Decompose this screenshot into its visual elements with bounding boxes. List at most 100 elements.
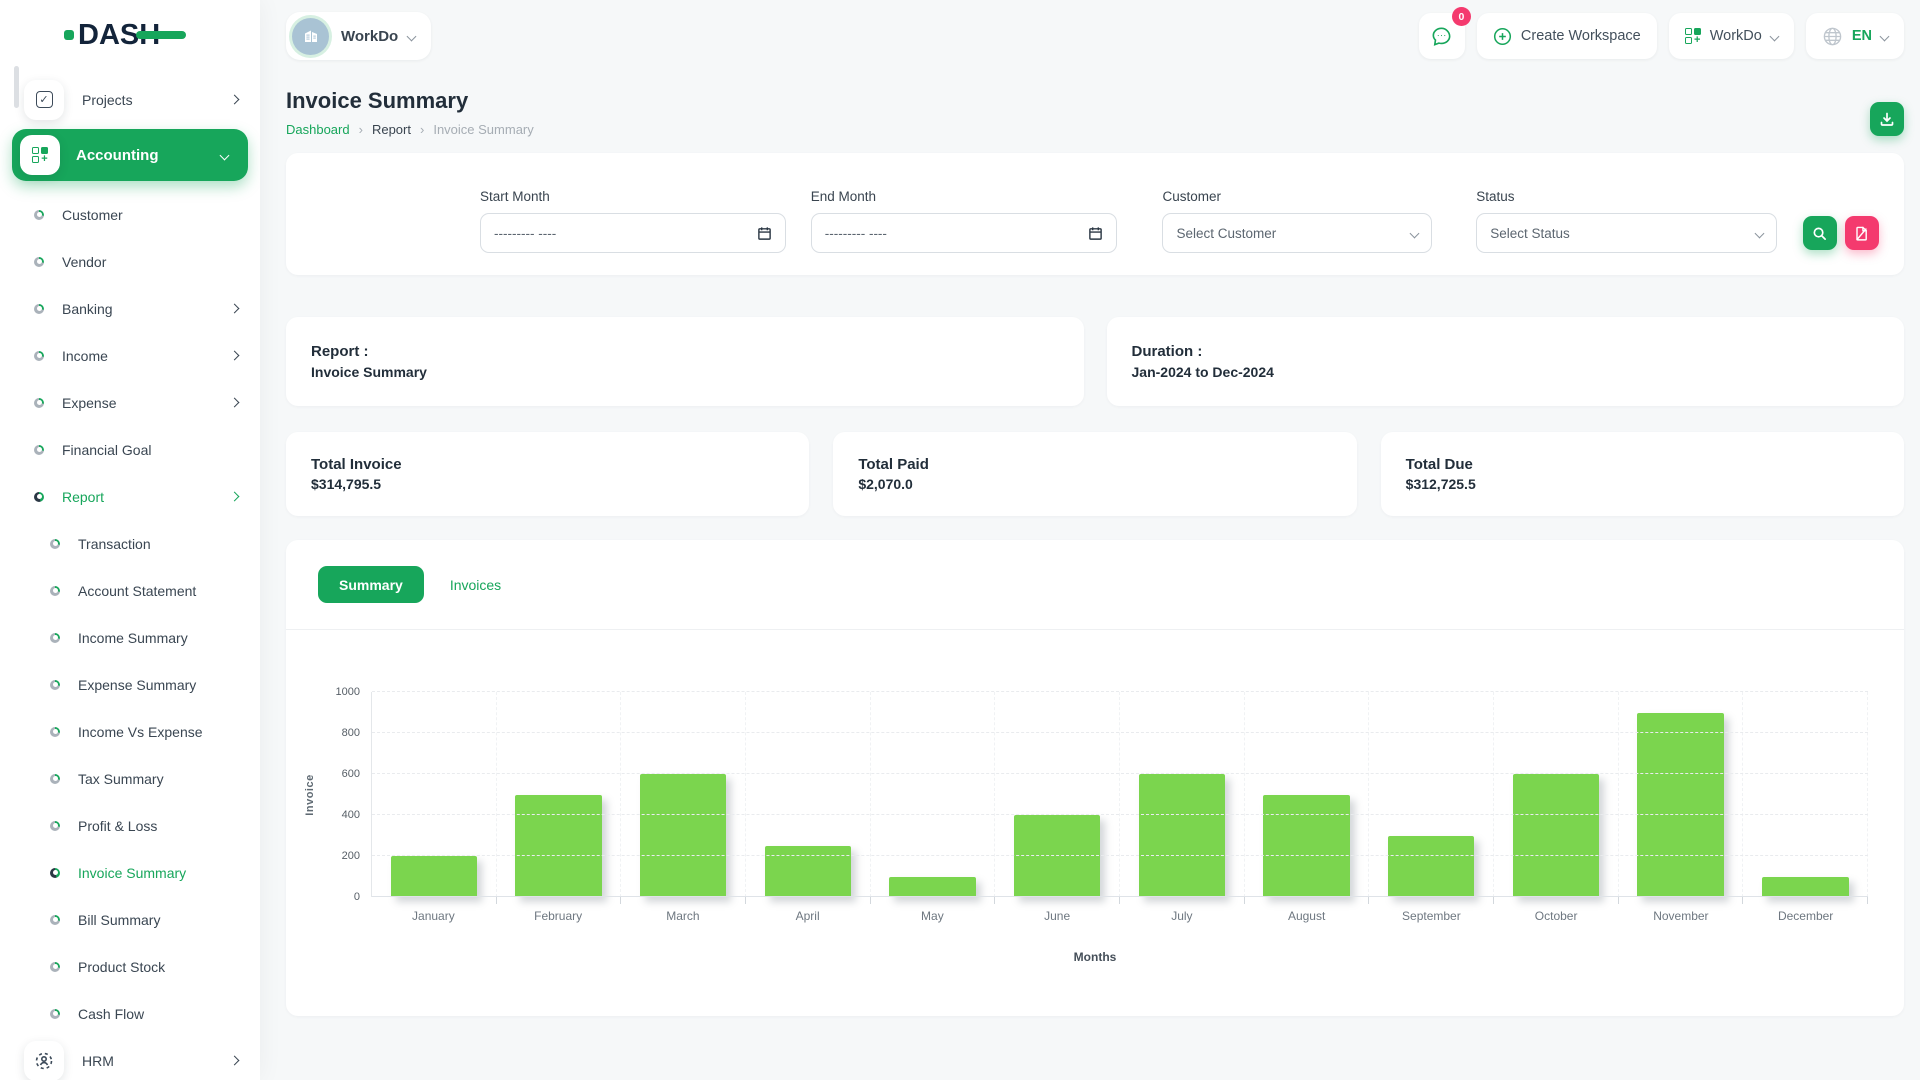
duration-label: Duration : bbox=[1132, 343, 1905, 360]
bullet-icon bbox=[50, 539, 60, 549]
bar-february[interactable] bbox=[515, 795, 602, 898]
filter-card: Start Month --------- ---- End Month ---… bbox=[286, 153, 1904, 275]
chevron-down-icon bbox=[407, 31, 417, 41]
y-axis-tick: 0 bbox=[354, 891, 360, 903]
sidebar-item-projects[interactable]: ✓ Projects bbox=[0, 76, 260, 123]
sidebar-item-banking[interactable]: Banking bbox=[0, 285, 260, 332]
globe-icon bbox=[1822, 26, 1843, 47]
chevron-right-icon bbox=[230, 351, 240, 361]
sidebar-item-expense-summary[interactable]: Expense Summary bbox=[0, 661, 260, 708]
bullet-icon bbox=[34, 304, 44, 314]
bar-october[interactable] bbox=[1513, 774, 1600, 897]
report-value: Invoice Summary bbox=[311, 364, 1084, 380]
sidebar-menu: ✓ Projects + Accounting Customer Vendor … bbox=[0, 70, 260, 1080]
chevron-right-icon bbox=[230, 492, 240, 502]
sidebar-item-profit-loss[interactable]: Profit & Loss bbox=[0, 802, 260, 849]
sidebar-item-vendor[interactable]: Vendor bbox=[0, 238, 260, 285]
sidebar-item-tax-summary[interactable]: Tax Summary bbox=[0, 755, 260, 802]
end-month-input[interactable]: --------- ---- bbox=[811, 213, 1118, 253]
page-title: Invoice Summary bbox=[286, 88, 534, 114]
x-axis-title: Months bbox=[286, 950, 1904, 964]
workspace-switcher[interactable]: WorkDo bbox=[286, 12, 431, 60]
sidebar-item-income-summary[interactable]: Income Summary bbox=[0, 614, 260, 661]
breadcrumb-report[interactable]: Report bbox=[372, 122, 411, 137]
bullet-icon bbox=[50, 680, 60, 690]
gridline bbox=[372, 773, 1868, 774]
calendar-icon bbox=[1088, 226, 1103, 241]
workspace-name: WorkDo bbox=[341, 28, 398, 45]
y-axis-tick: 400 bbox=[342, 809, 360, 821]
chevron-right-icon bbox=[230, 95, 240, 105]
bar-january[interactable] bbox=[391, 856, 478, 897]
download-button[interactable] bbox=[1870, 102, 1904, 136]
y-axis-title: Invoice bbox=[304, 774, 316, 815]
sidebar-item-cash-flow[interactable]: Cash Flow bbox=[0, 990, 260, 1037]
messages-badge: 0 bbox=[1452, 7, 1471, 26]
bar-slot bbox=[1743, 692, 1868, 897]
sidebar-item-invoice-summary[interactable]: Invoice Summary bbox=[0, 849, 260, 896]
bars-area bbox=[372, 692, 1868, 897]
bar-slot bbox=[1245, 692, 1370, 897]
create-workspace-button[interactable]: Create Workspace bbox=[1477, 13, 1657, 59]
sidebar-item-account-statement[interactable]: Account Statement bbox=[0, 567, 260, 614]
start-month-input[interactable]: --------- ---- bbox=[480, 213, 786, 253]
language-selector[interactable]: EN bbox=[1806, 13, 1904, 59]
bar-june[interactable] bbox=[1014, 815, 1101, 897]
sidebar-item-accounting[interactable]: + Accounting bbox=[12, 129, 248, 181]
y-axis-tick: 600 bbox=[342, 768, 360, 780]
bar-march[interactable] bbox=[640, 774, 727, 897]
sidebar-item-hrm[interactable]: HRM bbox=[0, 1037, 260, 1080]
total-invoice-card: Total Invoice $314,795.5 bbox=[286, 432, 809, 516]
reset-filter-button[interactable] bbox=[1845, 216, 1879, 250]
bar-december[interactable] bbox=[1762, 877, 1849, 898]
bar-august[interactable] bbox=[1263, 795, 1350, 898]
bar-slot bbox=[1619, 692, 1744, 897]
messages-button[interactable]: 0 bbox=[1419, 13, 1465, 59]
bar-slot bbox=[372, 692, 497, 897]
bar-may[interactable] bbox=[889, 877, 976, 898]
x-axis-label: June bbox=[995, 909, 1120, 923]
sidebar-item-income[interactable]: Income bbox=[0, 332, 260, 379]
apps-menu-button[interactable]: + WorkDo bbox=[1669, 13, 1794, 59]
sidebar-item-customer[interactable]: Customer bbox=[0, 191, 260, 238]
sidebar-item-report[interactable]: Report bbox=[0, 473, 260, 520]
sidebar-item-income-vs-expense[interactable]: Income Vs Expense bbox=[0, 708, 260, 755]
sidebar-item-product-stock[interactable]: Product Stock bbox=[0, 943, 260, 990]
start-month-label: Start Month bbox=[480, 189, 786, 204]
breadcrumb: Dashboard › Report › Invoice Summary bbox=[286, 122, 534, 137]
breadcrumb-current: Invoice Summary bbox=[433, 122, 533, 137]
hrm-person-icon bbox=[24, 1041, 64, 1080]
report-label: Report : bbox=[311, 343, 1084, 360]
chevron-right-icon bbox=[230, 398, 240, 408]
breadcrumb-dashboard[interactable]: Dashboard bbox=[286, 122, 350, 137]
sidebar-item-bill-summary[interactable]: Bill Summary bbox=[0, 896, 260, 943]
sidebar-scrollbar[interactable] bbox=[14, 66, 19, 108]
bullet-icon bbox=[34, 257, 44, 267]
sidebar-item-expense[interactable]: Expense bbox=[0, 379, 260, 426]
total-invoice-value: $314,795.5 bbox=[311, 476, 809, 492]
calendar-icon bbox=[757, 226, 772, 241]
y-axis-tick: 800 bbox=[342, 727, 360, 739]
tab-summary[interactable]: Summary bbox=[318, 566, 424, 603]
clear-file-icon bbox=[1854, 226, 1869, 241]
x-axis-label: March bbox=[621, 909, 746, 923]
search-button[interactable] bbox=[1803, 216, 1837, 250]
status-select[interactable]: Select Status bbox=[1476, 213, 1777, 253]
x-axis-label: October bbox=[1494, 909, 1619, 923]
x-axis-label: January bbox=[371, 909, 496, 923]
projects-checkbox-icon: ✓ bbox=[24, 80, 64, 120]
bar-july[interactable] bbox=[1139, 774, 1226, 897]
end-month-label: End Month bbox=[811, 189, 1118, 204]
sidebar-item-transaction[interactable]: Transaction bbox=[0, 520, 260, 567]
sidebar-item-financial-goal[interactable]: Financial Goal bbox=[0, 426, 260, 473]
bar-april[interactable] bbox=[765, 846, 852, 897]
customer-select[interactable]: Select Customer bbox=[1162, 213, 1432, 253]
bar-september[interactable] bbox=[1388, 836, 1475, 898]
topbar: WorkDo 0 Create Workspace bbox=[286, 0, 1904, 72]
report-info-card: Report : Invoice Summary bbox=[286, 317, 1084, 406]
bar-november[interactable] bbox=[1637, 713, 1724, 898]
tab-invoices[interactable]: Invoices bbox=[450, 577, 501, 593]
bar-slot bbox=[497, 692, 622, 897]
app-logo[interactable]: DASH bbox=[0, 0, 260, 70]
x-axis-label: May bbox=[870, 909, 995, 923]
